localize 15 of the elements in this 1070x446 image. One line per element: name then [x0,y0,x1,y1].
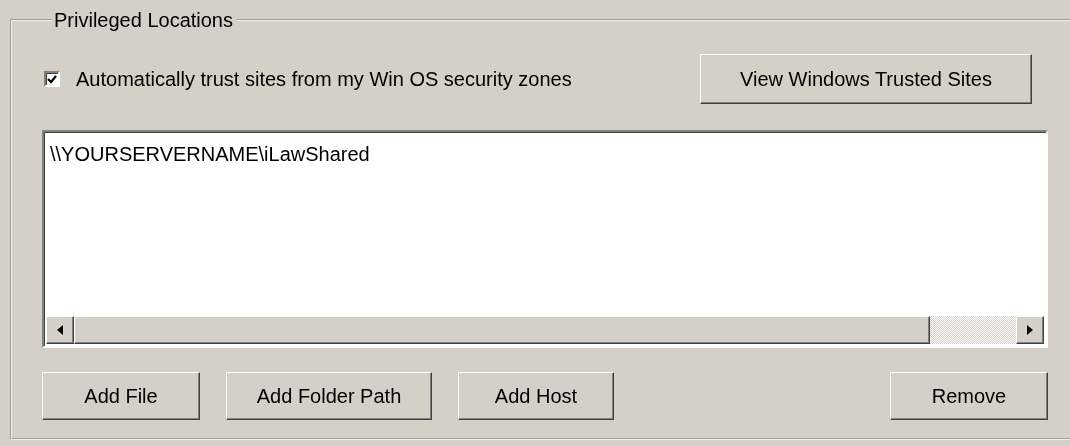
scroll-right-button[interactable] [1016,316,1044,344]
group-title: Privileged Locations [53,8,234,32]
scroll-left-button[interactable] [46,316,74,344]
view-trusted-sites-button[interactable]: View Windows Trusted Sites [700,54,1032,104]
remove-button[interactable]: Remove [890,372,1048,420]
check-icon [47,74,57,84]
action-button[interactable]: Add Host [458,372,614,420]
locations-list[interactable]: \\YOURSERVERNAME\iLawShared [42,130,1048,348]
action-button[interactable]: Add Folder Path [226,372,432,420]
checkbox[interactable] [44,71,60,87]
list-item[interactable]: \\YOURSERVERNAME\iLawShared [50,142,370,166]
scrollbar-thumb[interactable] [74,316,930,344]
right-arrow-icon [1027,325,1033,335]
left-arrow-icon [57,325,63,335]
action-button[interactable]: Add File [42,372,200,420]
